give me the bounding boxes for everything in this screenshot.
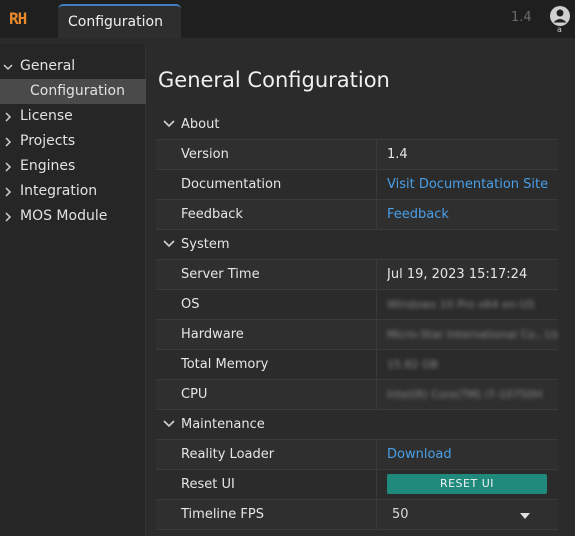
chevron-down-icon [163, 420, 175, 428]
column-divider [376, 470, 377, 500]
table-row: OS Windows 10 Pro x64 en-US [156, 290, 558, 320]
sidebar-item-label: MOS Module [20, 208, 108, 224]
app-logo[interactable]: RH [9, 9, 43, 29]
column-divider [376, 260, 377, 290]
field-value: Intel(R) Core(TM) i7-10750H [387, 388, 543, 401]
field-label: Hardware [181, 327, 244, 342]
tab-configuration[interactable]: Configuration [58, 4, 181, 38]
table-row: Server Time Jul 19, 2023 15:17:24 [156, 260, 558, 290]
field-label: Reality Loader [181, 447, 275, 462]
field-label: Reset UI [181, 477, 235, 492]
sidebar-item-engines[interactable]: Engines [0, 154, 146, 179]
table-row: Timeline FPS 50 [156, 500, 558, 530]
section-header-system[interactable]: System [156, 230, 558, 260]
table-row: Reset UI RESET UI [156, 470, 558, 500]
field-value: Jul 19, 2023 15:17:24 [387, 267, 528, 282]
field-value: 1.4 [387, 147, 408, 162]
app-version: 1.4 [511, 10, 532, 25]
field-label: Documentation [181, 177, 282, 192]
caret-down-icon [520, 513, 530, 519]
field-label: Timeline FPS [181, 507, 264, 522]
field-label: OS [181, 297, 200, 312]
chevron-right-icon [3, 129, 15, 156]
section-header-about[interactable]: About [156, 110, 558, 140]
feedback-link[interactable]: Feedback [387, 207, 558, 222]
field-label: CPU [181, 387, 208, 402]
select-value: 50 [392, 507, 409, 522]
section-header-maintenance[interactable]: Maintenance [156, 410, 558, 440]
table-row: Total Memory 15.82 GB [156, 350, 558, 380]
sidebar-item-label: License [20, 108, 73, 124]
chevron-right-icon [3, 204, 15, 231]
page-title: General Configuration [158, 68, 390, 92]
column-divider [376, 320, 377, 350]
column-divider [376, 170, 377, 200]
table-row: Documentation Visit Documentation Site [156, 170, 558, 200]
chevron-right-icon [3, 104, 15, 131]
column-divider [376, 440, 377, 470]
sidebar-item-projects[interactable]: Projects [0, 129, 146, 154]
field-value: Windows 10 Pro x64 en-US [387, 298, 535, 311]
table-row: Hardware Micro-Star International Co., L… [156, 320, 558, 350]
chevron-right-icon [3, 154, 15, 181]
column-divider [376, 380, 377, 410]
field-label: Feedback [181, 207, 243, 222]
field-label: Server Time [181, 267, 260, 282]
sidebar-item-label: Projects [20, 133, 76, 149]
section-label: About [181, 117, 220, 132]
top-bar: RH Configuration 1.4 a [0, 0, 575, 38]
field-label: Total Memory [181, 357, 269, 372]
sidebar-item-label: Integration [20, 183, 98, 199]
sidebar-item-license[interactable]: License [0, 104, 146, 129]
sidebar-item-configuration[interactable]: Configuration [0, 79, 146, 104]
sidebar: General Configuration License Projects E… [0, 44, 146, 536]
documentation-link[interactable]: Visit Documentation Site [387, 177, 558, 192]
chevron-down-icon [163, 120, 175, 128]
section-label: System [181, 237, 230, 252]
chevron-down-icon [3, 54, 15, 81]
sidebar-item-general[interactable]: General [0, 54, 146, 79]
download-link[interactable]: Download [387, 447, 558, 462]
field-value: 15.82 GB [387, 358, 439, 371]
timeline-fps-select[interactable]: 50 [387, 504, 537, 526]
field-label: Version [181, 147, 229, 162]
column-divider [376, 350, 377, 380]
sidebar-item-integration[interactable]: Integration [0, 179, 146, 204]
chevron-down-icon [163, 240, 175, 248]
field-value: Micro-Star International Co., Ltd. [387, 328, 558, 341]
user-initial: a [557, 25, 562, 34]
column-divider [376, 290, 377, 320]
table-row: Reality Loader Download [156, 440, 558, 470]
column-divider [376, 140, 377, 170]
sidebar-item-mos-module[interactable]: MOS Module [0, 204, 146, 229]
column-divider [376, 500, 377, 530]
column-divider [376, 200, 377, 230]
chevron-right-icon [3, 179, 15, 206]
section-label: Maintenance [181, 417, 265, 432]
sidebar-item-label: Engines [20, 158, 76, 174]
table-row: Version 1.4 [156, 140, 558, 170]
sidebar-item-label: General [20, 58, 76, 74]
table-row: Feedback Feedback [156, 200, 558, 230]
reset-ui-button[interactable]: RESET UI [387, 474, 547, 494]
sidebar-item-label: Configuration [30, 83, 125, 99]
table-row: CPU Intel(R) Core(TM) i7-10750H [156, 380, 558, 410]
